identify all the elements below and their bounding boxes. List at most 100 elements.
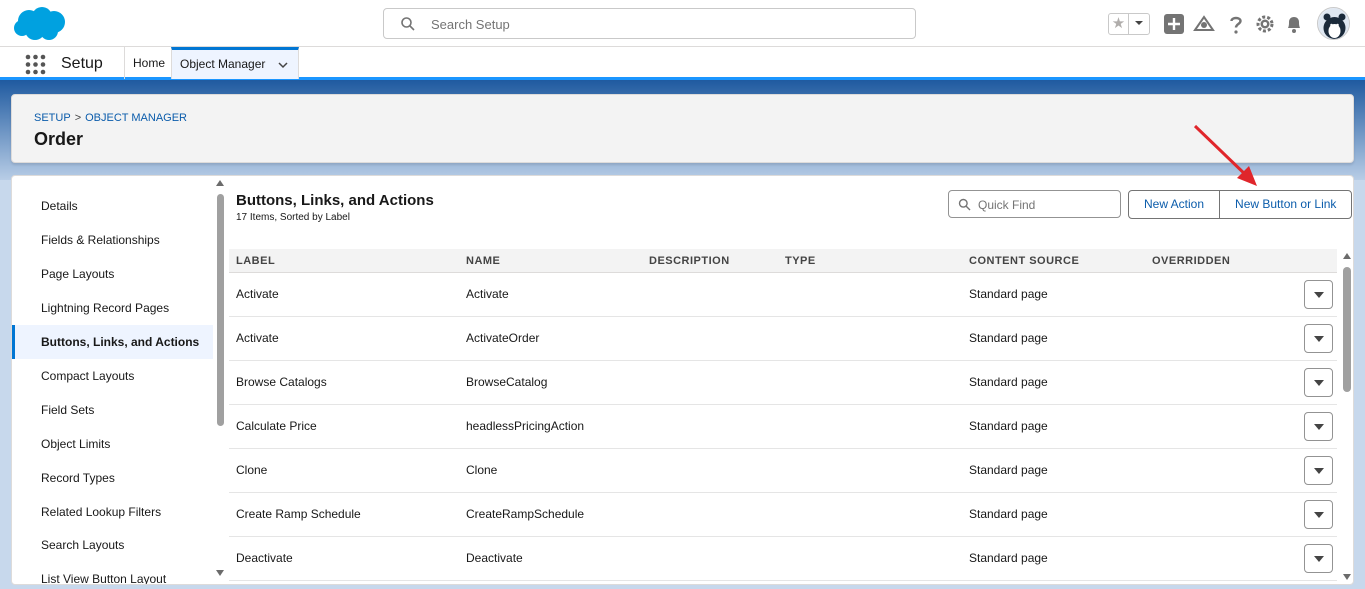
sidebar-item-page-layouts[interactable]: Page Layouts (12, 257, 213, 291)
cell-content-source: Standard page (969, 287, 1048, 301)
column-header-type[interactable]: TYPE (785, 255, 816, 267)
table-row: Create Ramp Schedule CreateRampSchedule … (229, 493, 1337, 537)
search-icon (958, 198, 971, 211)
scroll-down-icon[interactable] (1343, 574, 1351, 580)
tab-home-label: Home (133, 56, 166, 70)
breadcrumb: SETUP > OBJECT MANAGER (34, 112, 187, 124)
table-row: Activate Activate Standard page (229, 273, 1337, 317)
sidebar-item-fields-relationships[interactable]: Fields & Relationships (12, 223, 213, 257)
column-header-name[interactable]: NAME (466, 255, 500, 267)
sidebar-item-label: Object Limits (41, 437, 111, 451)
sidebar-item-label: Search Layouts (41, 538, 125, 552)
add-icon[interactable] (1163, 13, 1185, 35)
row-actions-button[interactable] (1304, 412, 1333, 441)
table-header: LABEL NAME DESCRIPTION TYPE CONTENT SOUR… (229, 249, 1337, 273)
scroll-up-icon[interactable] (216, 180, 224, 186)
page-header: SETUP > OBJECT MANAGER Order (11, 94, 1354, 163)
tab-home[interactable]: Home (124, 47, 173, 79)
table-scrollbar[interactable] (1340, 249, 1353, 584)
help-icon[interactable] (1225, 13, 1247, 35)
row-actions-button[interactable] (1304, 368, 1333, 397)
chevron-down-icon (1314, 468, 1324, 474)
column-header-content-source[interactable]: CONTENT SOURCE (969, 255, 1079, 267)
breadcrumb-object-manager[interactable]: OBJECT MANAGER (85, 112, 187, 124)
cell-content-source: Standard page (969, 419, 1048, 433)
sidebar-item-field-sets[interactable]: Field Sets (12, 393, 213, 427)
sidebar-item-label: Lightning Record Pages (41, 301, 170, 315)
cell-label[interactable]: Activate (236, 287, 279, 301)
sidebar-item-details[interactable]: Details (12, 189, 213, 223)
page-title: Order (34, 129, 84, 149)
cell-name: Clone (466, 463, 498, 477)
cell-label[interactable]: Browse Catalogs (236, 375, 327, 389)
row-actions-button[interactable] (1304, 544, 1333, 573)
column-header-description[interactable]: DESCRIPTION (649, 255, 730, 267)
tab-object-manager-label: Object Manager (180, 57, 266, 71)
user-avatar[interactable] (1317, 7, 1350, 40)
global-header: Search Setup ★ (0, 0, 1365, 47)
favorites-star-icon[interactable]: ★ (1109, 14, 1129, 34)
quick-find-placeholder: Quick Find (978, 198, 1036, 212)
row-actions-button[interactable] (1304, 280, 1333, 309)
app-name: Setup (61, 55, 103, 72)
header-button-group: New Action New Button or Link (1128, 190, 1353, 219)
quick-find-input[interactable]: Quick Find (948, 190, 1121, 218)
app-launcher-icon[interactable] (25, 54, 46, 75)
trailhead-icon[interactable] (1193, 13, 1215, 35)
scrollbar-thumb[interactable] (1343, 267, 1351, 392)
table-row: Calculate Price headlessPricingAction St… (229, 405, 1337, 449)
column-header-label[interactable]: LABEL (236, 255, 275, 267)
row-actions-button[interactable] (1304, 456, 1333, 485)
row-actions-button[interactable] (1304, 500, 1333, 529)
scroll-up-icon[interactable] (1343, 253, 1351, 259)
cell-name: ActivateOrder (466, 331, 540, 345)
breadcrumb-separator: > (74, 112, 82, 124)
favorites-dropdown-icon[interactable] (1129, 14, 1149, 34)
cell-content-source: Standard page (969, 551, 1048, 565)
global-search-input[interactable]: Search Setup (383, 8, 916, 39)
scrollbar-thumb[interactable] (217, 194, 224, 426)
sidebar-item-label: Buttons, Links, and Actions (41, 335, 200, 349)
salesforce-logo[interactable] (13, 6, 67, 42)
table-row: Activate ActivateOrder Standard page (229, 317, 1337, 361)
table-row: Browse Catalogs BrowseCatalog Standard p… (229, 361, 1337, 405)
chevron-down-icon (1314, 336, 1324, 342)
sidebar-item-compact-layouts[interactable]: Compact Layouts (12, 359, 213, 393)
cell-content-source: Standard page (969, 463, 1048, 477)
sidebar-item-related-lookup-filters[interactable]: Related Lookup Filters (12, 495, 213, 529)
favorites-control: ★ (1108, 13, 1150, 35)
cell-label[interactable]: Create Ramp Schedule (236, 507, 361, 521)
sidebar-item-label: Page Layouts (41, 267, 115, 281)
search-icon (401, 17, 415, 31)
cell-label[interactable]: Clone (236, 463, 267, 477)
sidebar-item-label: Related Lookup Filters (41, 505, 162, 519)
sidebar-item-object-limits[interactable]: Object Limits (12, 427, 213, 461)
column-header-overridden[interactable]: OVERRIDDEN (1152, 255, 1230, 267)
scroll-down-icon[interactable] (216, 570, 224, 576)
chevron-down-icon[interactable] (277, 59, 289, 71)
sidebar-item-label: Compact Layouts (41, 369, 135, 383)
sidebar-item-lightning-record-pages[interactable]: Lightning Record Pages (12, 291, 213, 325)
sidebar-item-record-types[interactable]: Record Types (12, 461, 213, 495)
row-actions-button[interactable] (1304, 324, 1333, 353)
cell-label[interactable]: Calculate Price (236, 419, 317, 433)
sidebar-item-label: Field Sets (41, 403, 95, 417)
breadcrumb-setup[interactable]: SETUP (34, 112, 71, 124)
chevron-down-icon (1314, 512, 1324, 518)
chevron-down-icon (1314, 424, 1324, 430)
tab-object-manager[interactable]: Object Manager (171, 47, 299, 79)
cell-name: Deactivate (466, 551, 523, 565)
sidebar-item-search-layouts[interactable]: Search Layouts (12, 528, 213, 562)
cell-name: Activate (466, 287, 509, 301)
sidebar-scrollbar[interactable] (215, 176, 227, 584)
new-button-or-link-button[interactable]: New Button or Link (1219, 191, 1351, 218)
settings-gear-icon[interactable] (1254, 13, 1276, 35)
cell-label[interactable]: Deactivate (236, 551, 293, 565)
cell-content-source: Standard page (969, 507, 1048, 521)
notifications-bell-icon[interactable] (1283, 13, 1305, 35)
new-action-button[interactable]: New Action (1129, 191, 1219, 218)
cell-label[interactable]: Activate (236, 331, 279, 345)
sidebar-item-list-view-button-layout[interactable]: List View Button Layout (12, 562, 213, 584)
sidebar-item-buttons-links-actions[interactable]: Buttons, Links, and Actions (12, 325, 213, 359)
search-placeholder: Search Setup (431, 17, 510, 32)
